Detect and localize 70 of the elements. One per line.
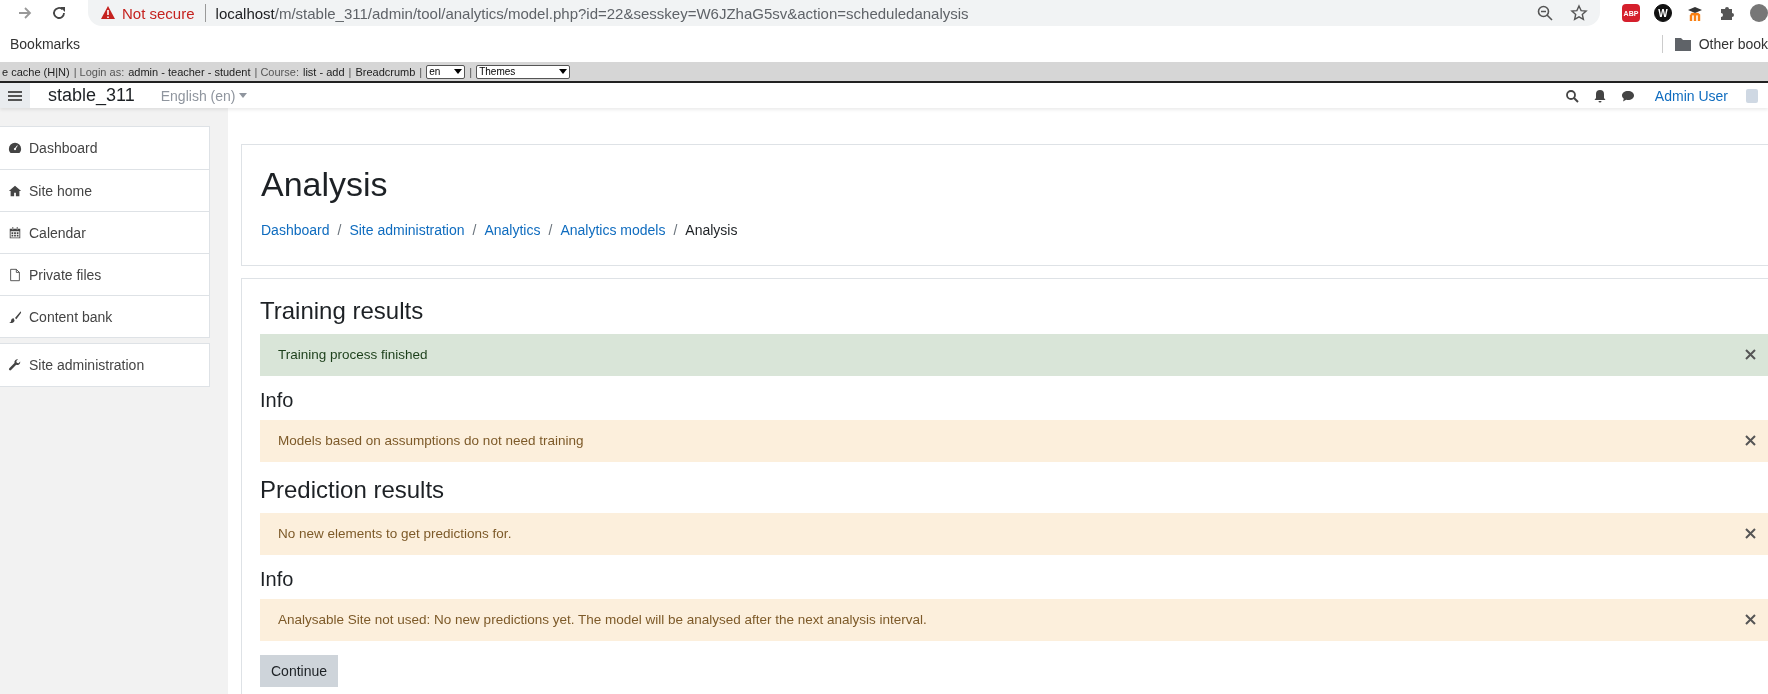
security-warning[interactable]: Not secure <box>100 4 195 22</box>
puzzle-icon[interactable] <box>1718 4 1736 22</box>
continue-button[interactable]: Continue <box>260 654 339 687</box>
nav-trail-link[interactable]: Analytics models <box>560 222 666 238</box>
sidebar-item[interactable]: Content bank <box>0 295 209 337</box>
dev-text: | Course: <box>254 65 299 78</box>
close-icon[interactable] <box>1745 528 1756 540</box>
menu-button[interactable] <box>0 83 30 108</box>
reload-icon[interactable] <box>50 4 68 22</box>
sidebar-item[interactable]: Calendar <box>0 211 209 253</box>
dev-link[interactable]: Breadcrumb <box>355 65 416 78</box>
dev-link[interactable]: e cache (H|N) <box>2 65 70 78</box>
dev-text: | <box>348 65 352 78</box>
hat-extension-icon[interactable] <box>1686 4 1704 22</box>
bookmarks-label[interactable]: Bookmarks <box>10 36 81 52</box>
alert-message: Analysable Site not used: No new predictions yet. The model will be analysed after the next analysis interval. <box>260 598 1768 641</box>
menu-icon <box>8 90 22 101</box>
dev-text: | <box>469 65 473 78</box>
profile-avatar[interactable] <box>1750 4 1768 22</box>
page-title: Analysis <box>261 165 388 204</box>
star-icon[interactable] <box>1570 4 1588 22</box>
sidebar-item[interactable]: Private files <box>0 253 209 295</box>
trail-separator: / <box>548 222 553 238</box>
site-name[interactable]: stable_311 <box>48 85 135 106</box>
caret-icon <box>239 93 248 98</box>
gauge-icon <box>8 141 22 155</box>
nav-trail-link[interactable]: Site administration <box>349 222 465 238</box>
wrench-icon <box>8 358 22 372</box>
section-heading: Prediction results <box>260 475 445 505</box>
sidebar-item[interactable]: Site administration <box>0 344 209 386</box>
dev-text: | <box>419 65 423 78</box>
address-bar[interactable]: Not secure localhost/m/stable_311/admin/tool/analytics/model.php?id=22&sesskey=W6JZhaG5sv&action=scheduledanalysis <box>88 0 1600 26</box>
close-icon[interactable] <box>1745 349 1756 361</box>
dev-select[interactable]: Themes <box>476 64 571 79</box>
close-icon[interactable] <box>1745 614 1756 626</box>
nav-trail-link[interactable]: Dashboard <box>261 222 330 238</box>
alert-message: Training process finished <box>260 333 1768 376</box>
user-menu[interactable]: Admin User <box>1654 87 1728 104</box>
trail-separator: / <box>673 222 678 238</box>
warning-icon <box>100 5 116 21</box>
nav-trail-link[interactable]: Analytics <box>484 222 541 238</box>
dev-select[interactable]: en <box>426 64 466 79</box>
brush-icon <box>8 309 22 324</box>
alert-message: No new elements to get predictions for. <box>260 512 1768 555</box>
trail-separator: / <box>337 222 342 238</box>
search-icon[interactable] <box>1564 88 1579 103</box>
other-bookmarks[interactable]: Other book <box>1674 36 1768 52</box>
dev-text: | Login as: <box>73 65 125 78</box>
close-icon[interactable] <box>1745 435 1756 447</box>
calendar-icon <box>8 225 22 240</box>
section-subheading: Info <box>260 387 294 412</box>
url-text: localhost/m/stable_311/admin/tool/analytics/model.php?id=22&sesskey=W6JZhaG5sv&action=scheduledanalysis <box>215 4 969 22</box>
dev-link[interactable]: admin - teacher - student <box>128 65 251 78</box>
section-heading: Training results <box>260 297 424 326</box>
bell-icon[interactable] <box>1592 88 1607 103</box>
caret-icon <box>454 69 463 74</box>
chat-bubble-icon[interactable] <box>1620 88 1635 103</box>
w-extension-icon[interactable]: W <box>1654 4 1672 22</box>
folder-icon <box>1674 37 1691 51</box>
sidebar-item[interactable]: Site home <box>0 169 209 211</box>
trail-separator: / <box>472 222 477 238</box>
sidebar-item[interactable]: Dashboard <box>0 127 209 169</box>
dev-link[interactable]: list - add <box>302 65 345 78</box>
zoom-out-icon[interactable] <box>1536 4 1554 22</box>
current-page-label: Analysis <box>685 222 738 238</box>
file-icon <box>8 267 22 282</box>
section-subheading: Info <box>260 566 294 591</box>
house-icon <box>8 183 22 198</box>
alert-message: Models based on assumptions do not need training <box>260 419 1768 462</box>
caret-icon <box>559 69 568 74</box>
